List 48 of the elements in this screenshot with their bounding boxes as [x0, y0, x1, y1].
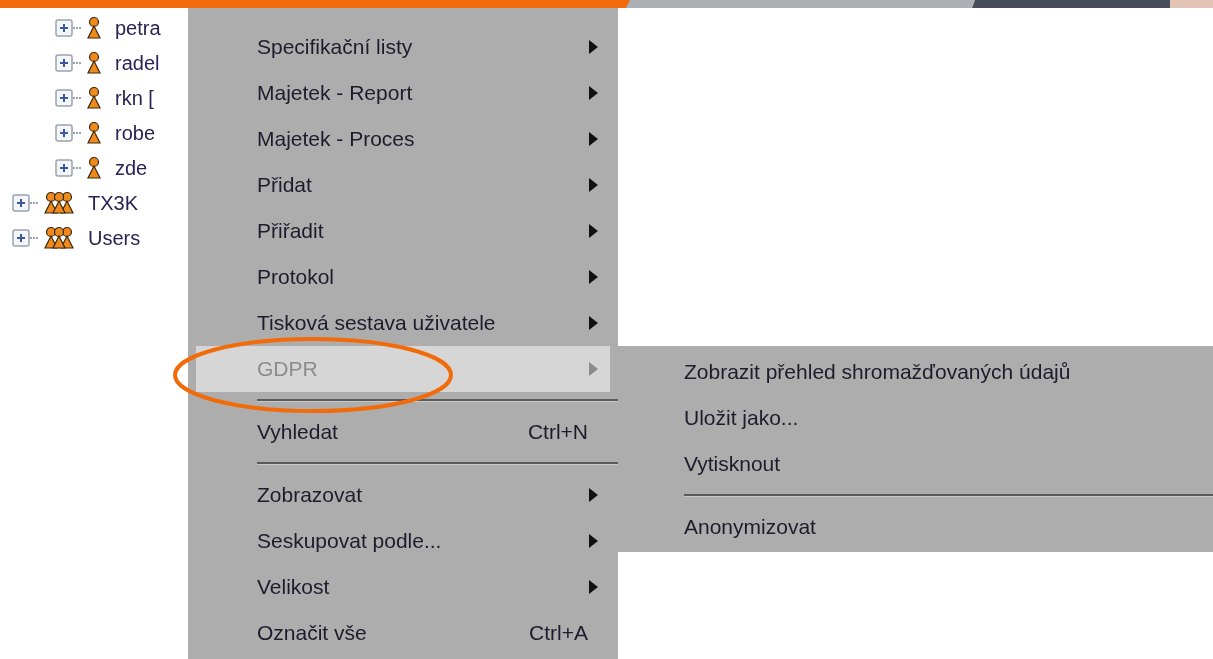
menu-item[interactable]: Vytisknout [626, 441, 1205, 487]
submenu-arrow-icon [589, 270, 598, 284]
menu-item[interactable]: Přiřadit [196, 208, 610, 254]
menu-item[interactable]: Zobrazit přehled shromažďovaných údajů [626, 349, 1205, 395]
submenu-arrow-icon [589, 224, 598, 238]
tree-node-label[interactable]: petra [115, 12, 161, 43]
expand-box-icon[interactable] [55, 88, 73, 107]
tree-node-label[interactable]: rkn [ [115, 82, 154, 113]
submenu-arrow-icon [589, 86, 598, 100]
menu-item[interactable]: Tisková sestava uživatele [196, 300, 610, 346]
submenu-arrow-icon [589, 132, 598, 146]
menu-item[interactable]: Anonymizovat [626, 504, 1205, 550]
submenu-arrow-icon [589, 488, 598, 502]
tree-node-label[interactable]: robe [115, 117, 156, 148]
submenu-arrow-icon [589, 362, 598, 376]
menu-item[interactable]: Majetek - Report [196, 70, 610, 116]
submenu-arrow-icon [589, 316, 598, 330]
submenu-arrow-icon [589, 534, 598, 548]
menu-item[interactable]: Vyhledat Ctrl+N [196, 409, 610, 455]
expand-box-icon[interactable] [12, 228, 30, 247]
menu-item[interactable]: Označit vše Ctrl+A [196, 610, 610, 656]
person-icon [85, 50, 103, 75]
tree-node-label[interactable]: Users [88, 222, 141, 253]
person-icon [85, 155, 103, 180]
expand-box-icon[interactable] [55, 53, 73, 72]
menu-item[interactable]: Specifikační listy [196, 24, 610, 70]
people-group-icon [42, 225, 76, 250]
submenu-arrow-icon [589, 40, 598, 54]
menu-item[interactable]: Zobrazovat [196, 472, 610, 518]
tree-node-label[interactable]: radel [115, 47, 160, 78]
submenu-arrow-icon [589, 178, 598, 192]
expand-box-icon[interactable] [55, 158, 73, 177]
menu-item[interactable]: Protokol [196, 254, 610, 300]
submenu-arrow-icon [589, 580, 598, 594]
person-icon [85, 15, 103, 40]
expand-box-icon[interactable] [55, 123, 73, 142]
menu-item[interactable]: Majetek - Proces [196, 116, 610, 162]
menu-item[interactable]: Uložit jako... [626, 395, 1205, 441]
menu-item[interactable]: Přidat [196, 162, 610, 208]
person-icon [85, 120, 103, 145]
tree-node-label[interactable]: zde [115, 152, 148, 183]
person-icon [85, 85, 103, 110]
expand-box-icon[interactable] [55, 18, 73, 37]
menu-item[interactable]: Velikost [196, 564, 610, 610]
people-group-icon [42, 190, 76, 215]
tree-node-label[interactable]: TX3K [88, 187, 139, 218]
menu-item[interactable]: Seskupovat podle... [196, 518, 610, 564]
expand-box-icon[interactable] [12, 193, 30, 212]
